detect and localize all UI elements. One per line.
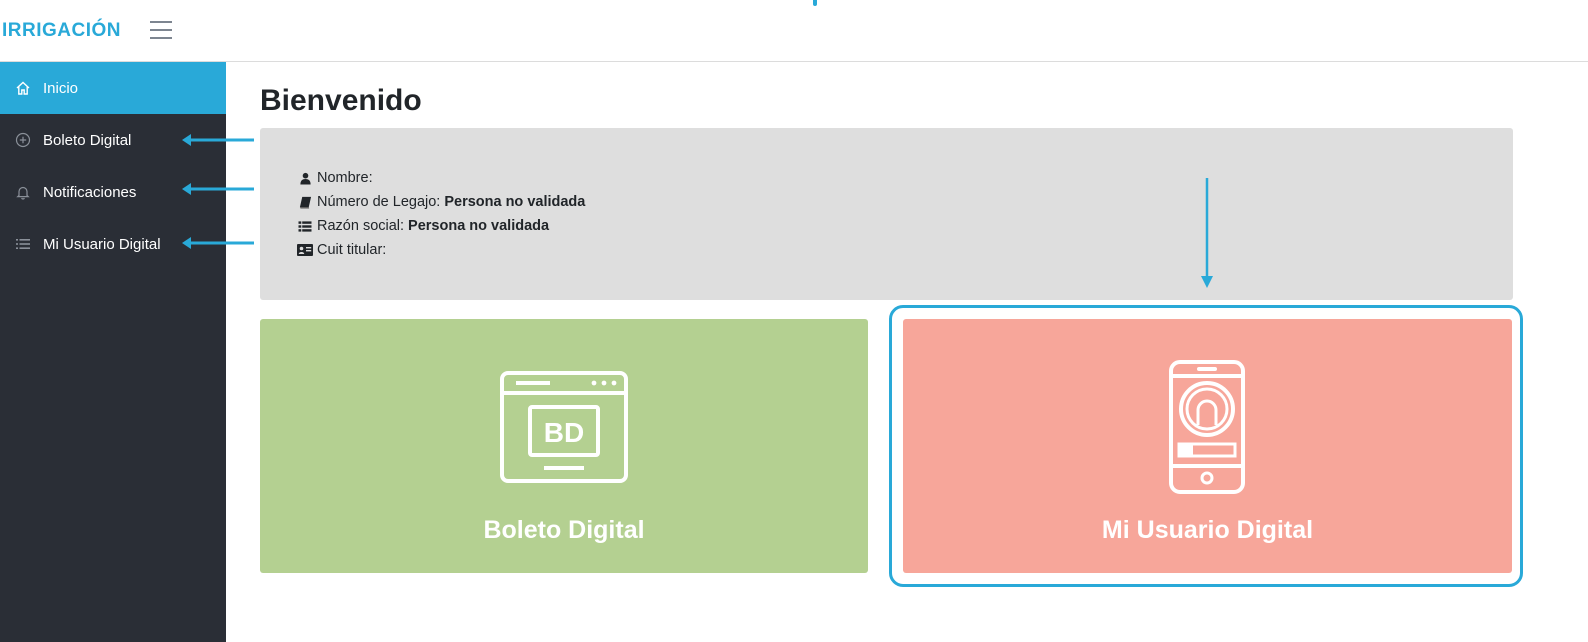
sidebar-item-inicio[interactable]: Inicio: [0, 62, 226, 114]
info-cuit-label: Cuit titular:: [317, 242, 387, 258]
info-nombre-label: Nombre:: [317, 170, 373, 186]
card-icon-text: BD: [544, 417, 584, 448]
page-title: Bienvenido: [260, 84, 422, 117]
list-icon: [297, 219, 313, 233]
info-legajo: Número de Legajo: Persona no validada: [297, 194, 585, 210]
annotation-arrow-icon: [182, 134, 254, 146]
sidebar-item-label: Boleto Digital: [43, 131, 132, 149]
id-card-icon: [297, 243, 313, 257]
info-cuit: Cuit titular:: [297, 242, 390, 258]
sidebar-item-label: Notificaciones: [43, 183, 137, 201]
info-razon-label: Razón social:: [317, 218, 405, 234]
book-icon: [297, 195, 313, 209]
annotation-arrow-icon: [182, 237, 254, 249]
annotation-arrow-down-icon: [1201, 178, 1213, 288]
brand-logo[interactable]: IRRIGACIÓN: [2, 20, 121, 42]
hamburger-icon[interactable]: [150, 21, 172, 39]
info-nombre: Nombre:: [297, 170, 377, 186]
list-icon: [14, 235, 32, 253]
top-marker: [813, 0, 817, 6]
home-icon: [14, 79, 32, 97]
info-legajo-label: Número de Legajo:: [317, 194, 441, 210]
plus-circle-icon: [14, 131, 32, 149]
user-icon: [297, 171, 313, 185]
info-razon-social: Razón social: Persona no validada: [297, 218, 549, 234]
info-razon-value: Persona no validada: [408, 218, 550, 234]
top-navbar: IRRIGACIÓN: [0, 0, 1588, 62]
boleto-digital-card-label: Boleto Digital: [483, 516, 645, 544]
sidebar: Inicio Boleto Digital Notificaciones Mi …: [0, 62, 226, 642]
annotation-arrow-icon: [182, 183, 254, 195]
sidebar-item-label: Mi Usuario Digital: [43, 235, 161, 253]
boleto-digital-card[interactable]: BD Boleto Digital: [260, 319, 868, 573]
annotation-highlight-box: [889, 305, 1523, 587]
sidebar-item-label: Inicio: [43, 79, 79, 97]
info-legajo-value: Persona no validada: [444, 194, 586, 210]
bell-icon: [14, 183, 32, 201]
browser-bd-icon: BD: [500, 371, 628, 483]
user-info-panel: Nombre: Número de Legajo: Persona no val…: [260, 128, 1513, 300]
